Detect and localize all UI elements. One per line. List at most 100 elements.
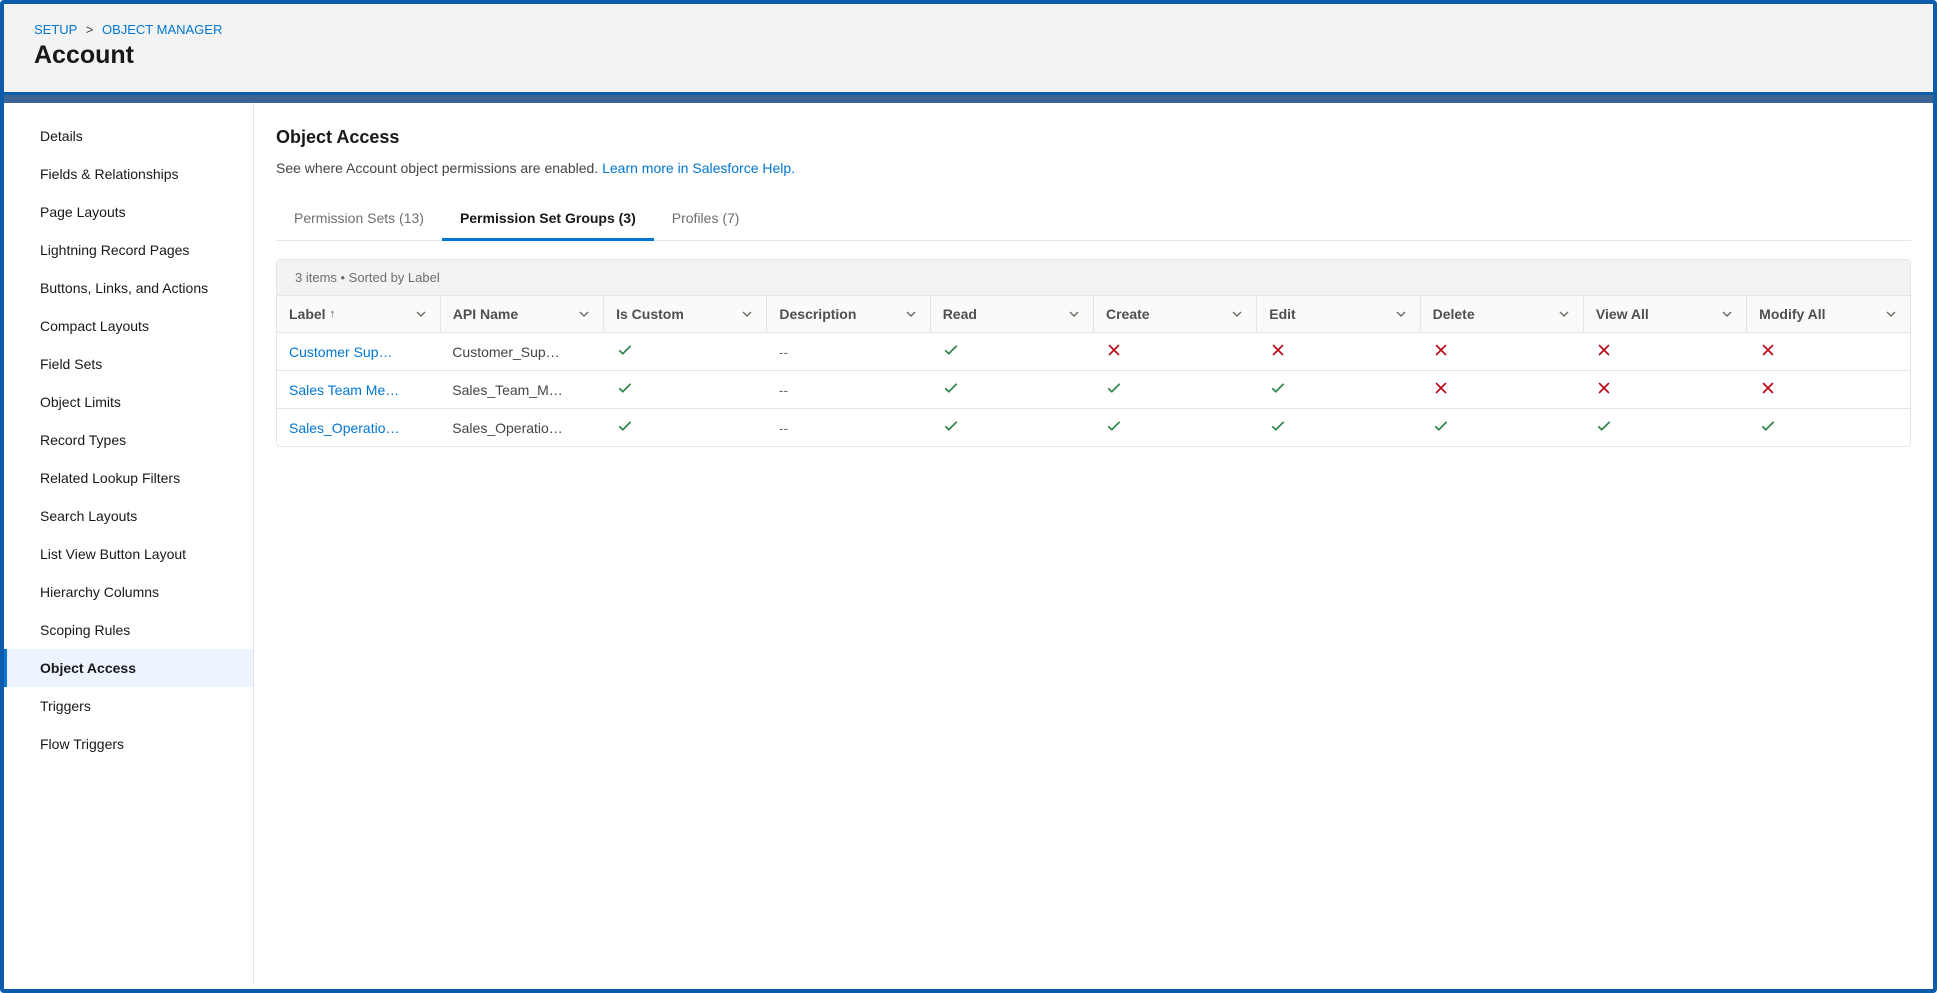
sidebar-item-flow-triggers[interactable]: Flow Triggers	[4, 725, 253, 763]
sidebar-item-scoping-rules[interactable]: Scoping Rules	[4, 611, 253, 649]
cross-icon	[1432, 346, 1450, 362]
cell-description: --	[767, 409, 930, 447]
breadcrumb-object-manager[interactable]: OBJECT MANAGER	[102, 22, 222, 37]
cross-icon	[1269, 346, 1287, 362]
sidebar-item-related-lookup-filters[interactable]: Related Lookup Filters	[4, 459, 253, 497]
chevron-down-icon[interactable]	[577, 307, 591, 321]
col-header-view-all[interactable]: View All	[1583, 296, 1746, 333]
cell-edit	[1257, 409, 1420, 447]
check-icon	[1105, 422, 1123, 438]
col-header-label: API Name	[453, 306, 518, 322]
sidebar-item-record-types[interactable]: Record Types	[4, 421, 253, 459]
breadcrumb-setup[interactable]: SETUP	[34, 22, 77, 37]
col-header-label: Read	[943, 306, 977, 322]
check-icon	[942, 422, 960, 438]
col-header-label: View All	[1596, 306, 1649, 322]
col-header-label: Edit	[1269, 306, 1295, 322]
col-header-api-name[interactable]: API Name	[440, 296, 603, 333]
record-link[interactable]: Sales_Operatio…	[289, 420, 400, 436]
col-header-label: Description	[779, 306, 856, 322]
sidebar-item-compact-layouts[interactable]: Compact Layouts	[4, 307, 253, 345]
sidebar-item-fields-relationships[interactable]: Fields & Relationships	[4, 155, 253, 193]
col-header-label[interactable]: Label↑	[277, 296, 440, 333]
tab-profiles-7-[interactable]: Profiles (7)	[654, 200, 758, 241]
chevron-down-icon[interactable]	[1884, 307, 1898, 321]
page-title: Account	[34, 41, 1903, 70]
col-header-read[interactable]: Read	[930, 296, 1093, 333]
cell-delete	[1420, 333, 1583, 371]
cell-modify-all	[1747, 371, 1910, 409]
sidebar-item-buttons-links-and-actions[interactable]: Buttons, Links, and Actions	[4, 269, 253, 307]
col-header-description[interactable]: Description	[767, 296, 930, 333]
chevron-down-icon[interactable]	[1230, 307, 1244, 321]
cell-description: --	[767, 371, 930, 409]
cell-create	[1093, 333, 1256, 371]
empty-value: --	[779, 382, 788, 398]
check-icon	[616, 384, 634, 400]
col-header-label: Label↑	[289, 306, 335, 322]
table-summary: 3 items • Sorted by Label	[277, 260, 1910, 296]
cell-read	[930, 409, 1093, 447]
tab-permission-sets-13-[interactable]: Permission Sets (13)	[276, 200, 442, 241]
section-title: Object Access	[276, 127, 1911, 148]
chevron-down-icon[interactable]	[1557, 307, 1571, 321]
cell-api-name: Sales_Operatio…	[440, 409, 603, 447]
breadcrumb: SETUP > OBJECT MANAGER	[34, 22, 1903, 37]
col-header-is-custom[interactable]: Is Custom	[604, 296, 767, 333]
cell-read	[930, 333, 1093, 371]
cell-api-name: Sales_Team_M…	[440, 371, 603, 409]
chevron-down-icon[interactable]	[1720, 307, 1734, 321]
col-header-label: Is Custom	[616, 306, 684, 322]
sidebar-item-details[interactable]: Details	[4, 117, 253, 155]
table-row: Sales Team Me… Sales_Team_M… --	[277, 371, 1910, 409]
cross-icon	[1595, 384, 1613, 400]
check-icon	[1105, 384, 1123, 400]
check-icon	[1595, 422, 1613, 438]
empty-value: --	[779, 420, 788, 436]
cross-icon	[1595, 346, 1613, 362]
record-link[interactable]: Customer Sup…	[289, 344, 392, 360]
chevron-down-icon[interactable]	[1394, 307, 1408, 321]
cell-label: Sales Team Me…	[277, 371, 440, 409]
col-header-create[interactable]: Create	[1093, 296, 1256, 333]
sidebar-item-page-layouts[interactable]: Page Layouts	[4, 193, 253, 231]
sidebar-item-triggers[interactable]: Triggers	[4, 687, 253, 725]
sidebar-item-search-layouts[interactable]: Search Layouts	[4, 497, 253, 535]
record-link[interactable]: Sales Team Me…	[289, 382, 399, 398]
chevron-down-icon[interactable]	[1067, 307, 1081, 321]
sidebar-item-object-limits[interactable]: Object Limits	[4, 383, 253, 421]
cell-delete	[1420, 371, 1583, 409]
cell-view-all	[1583, 409, 1746, 447]
cell-is-custom	[604, 371, 767, 409]
learn-more-link[interactable]: Learn more in Salesforce Help.	[602, 160, 795, 176]
sidebar-item-lightning-record-pages[interactable]: Lightning Record Pages	[4, 231, 253, 269]
main-content: Object Access See where Account object p…	[254, 103, 1933, 983]
cross-icon	[1759, 346, 1777, 362]
col-header-delete[interactable]: Delete	[1420, 296, 1583, 333]
table-row: Customer Sup…Customer_Sup…--	[277, 333, 1910, 371]
tab-permission-set-groups-3-[interactable]: Permission Set Groups (3)	[442, 200, 654, 241]
check-icon	[942, 384, 960, 400]
chevron-down-icon[interactable]	[414, 307, 428, 321]
sidebar-item-list-view-button-layout[interactable]: List View Button Layout	[4, 535, 253, 573]
cell-description: --	[767, 333, 930, 371]
section-subtitle: See where Account object permissions are…	[276, 160, 1911, 176]
col-header-label: Create	[1106, 306, 1150, 322]
check-icon	[1269, 422, 1287, 438]
section-subtitle-text: See where Account object permissions are…	[276, 160, 602, 176]
chevron-down-icon[interactable]	[904, 307, 918, 321]
cell-modify-all	[1747, 409, 1910, 447]
check-icon	[616, 422, 634, 438]
sidebar-item-object-access[interactable]: Object Access	[4, 649, 253, 687]
breadcrumb-separator: >	[81, 22, 99, 37]
sidebar-item-hierarchy-columns[interactable]: Hierarchy Columns	[4, 573, 253, 611]
col-header-edit[interactable]: Edit	[1257, 296, 1420, 333]
col-header-modify-all[interactable]: Modify All	[1747, 296, 1910, 333]
sidebar-item-field-sets[interactable]: Field Sets	[4, 345, 253, 383]
col-header-label: Modify All	[1759, 306, 1825, 322]
chevron-down-icon[interactable]	[740, 307, 754, 321]
permission-table: 3 items • Sorted by Label Label↑ API Name…	[276, 259, 1911, 447]
check-icon	[1269, 384, 1287, 400]
cell-label: Sales_Operatio…	[277, 409, 440, 447]
check-icon	[1432, 422, 1450, 438]
